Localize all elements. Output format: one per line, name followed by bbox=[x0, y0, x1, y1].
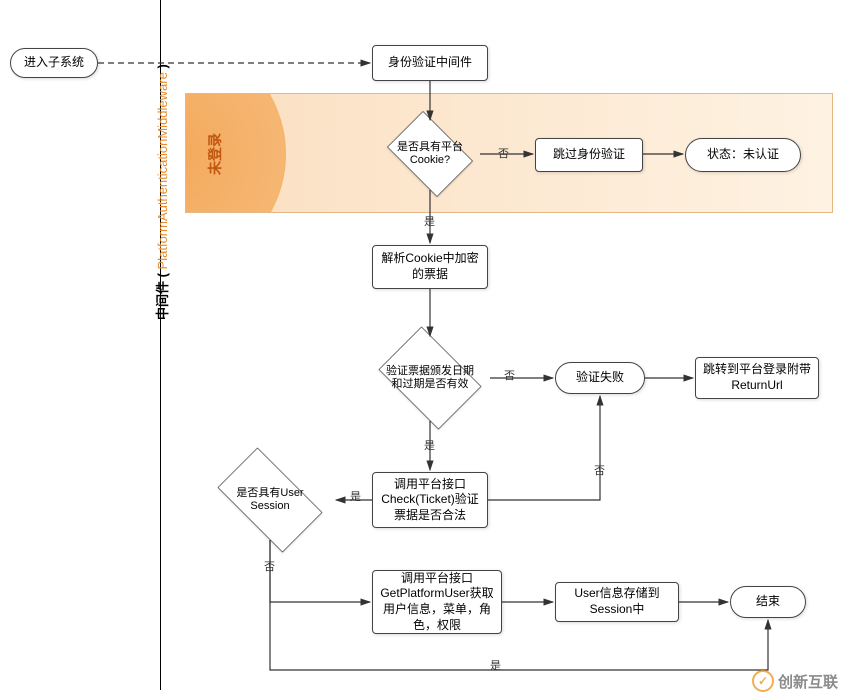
edge-check-no: 否 bbox=[594, 462, 605, 478]
node-check-ticket: 调用平台接口Check(Ticket)验证票据是否合法 bbox=[372, 472, 488, 528]
node-save-session-text: User信息存储到Session中 bbox=[560, 586, 674, 617]
edge-cookie-yes: 是 bbox=[424, 213, 435, 229]
node-save-session: User信息存储到Session中 bbox=[555, 582, 679, 622]
flowchart-canvas: 中间件 ( PlatformAuthenticationMiddleware )… bbox=[0, 0, 846, 698]
edge-cookie-no: 否 bbox=[498, 145, 509, 161]
node-redirect-login: 跳转到平台登录附带ReturnUrl bbox=[695, 357, 819, 399]
swimlane-title-class: PlatformAuthenticationMiddleware bbox=[155, 72, 170, 269]
node-parse-cookie-ticket: 解析Cookie中加密的票据 bbox=[372, 245, 488, 289]
edge-session-no: 否 bbox=[264, 558, 275, 574]
node-enter-subsystem: 进入子系统 bbox=[10, 48, 98, 78]
watermark: ✓ 创新互联 bbox=[752, 670, 838, 692]
node-has-user-session-text: 是否具有User Session bbox=[205, 487, 335, 513]
node-get-platform-user-text: 调用平台接口GetPlatformUser获取用户信息，菜单，角色，权限 bbox=[377, 571, 497, 633]
node-skip-auth: 跳过身份验证 bbox=[535, 138, 643, 172]
swimlane-title-suffix: ) bbox=[155, 64, 170, 72]
node-redirect-login-text: 跳转到平台登录附带ReturnUrl bbox=[700, 362, 814, 393]
edge-dates-yes: 是 bbox=[424, 437, 435, 453]
edge-check-yes: 是 bbox=[350, 488, 361, 504]
node-enter-subsystem-text: 进入子系统 bbox=[24, 55, 84, 71]
region-arc-decoration bbox=[185, 93, 286, 213]
node-state-unauth: 状态：未认证 bbox=[685, 138, 801, 172]
edge-dates-no: 否 bbox=[504, 367, 515, 383]
node-auth-middleware-text: 身份验证中间件 bbox=[388, 55, 472, 71]
node-has-platform-cookie: 是否具有平台Cookie? bbox=[380, 118, 480, 190]
swimlane-title-prefix: 中间件 ( bbox=[155, 269, 170, 320]
swimlane-title: 中间件 ( PlatformAuthenticationMiddleware ) bbox=[152, 64, 171, 320]
node-end-text: 结束 bbox=[756, 594, 780, 610]
node-state-unauth-text: 状态：未认证 bbox=[707, 147, 779, 163]
region-label: 未登录 bbox=[205, 133, 225, 175]
node-auth-middleware: 身份验证中间件 bbox=[372, 45, 488, 81]
node-end: 结束 bbox=[730, 586, 806, 618]
node-skip-auth-text: 跳过身份验证 bbox=[553, 147, 625, 163]
watermark-text: 创新互联 bbox=[778, 671, 838, 692]
watermark-check-icon: ✓ bbox=[752, 670, 774, 692]
node-has-user-session: 是否具有User Session bbox=[205, 460, 335, 540]
node-check-ticket-text: 调用平台接口Check(Ticket)验证票据是否合法 bbox=[377, 477, 483, 524]
node-parse-cookie-ticket-text: 解析Cookie中加密的票据 bbox=[377, 251, 483, 282]
node-verify-fail-text: 验证失败 bbox=[576, 370, 624, 386]
node-validate-ticket-dates: 验证票据颁发日期和过期是否有效 bbox=[370, 335, 490, 421]
node-has-platform-cookie-text: 是否具有平台Cookie? bbox=[380, 141, 480, 167]
node-validate-ticket-dates-text: 验证票据颁发日期和过期是否有效 bbox=[370, 365, 490, 391]
edge-session-yes: 是 bbox=[490, 657, 501, 673]
node-get-platform-user: 调用平台接口GetPlatformUser获取用户信息，菜单，角色，权限 bbox=[372, 570, 502, 634]
swimlane-top-tick bbox=[160, 0, 161, 10]
node-verify-fail: 验证失败 bbox=[555, 362, 645, 394]
